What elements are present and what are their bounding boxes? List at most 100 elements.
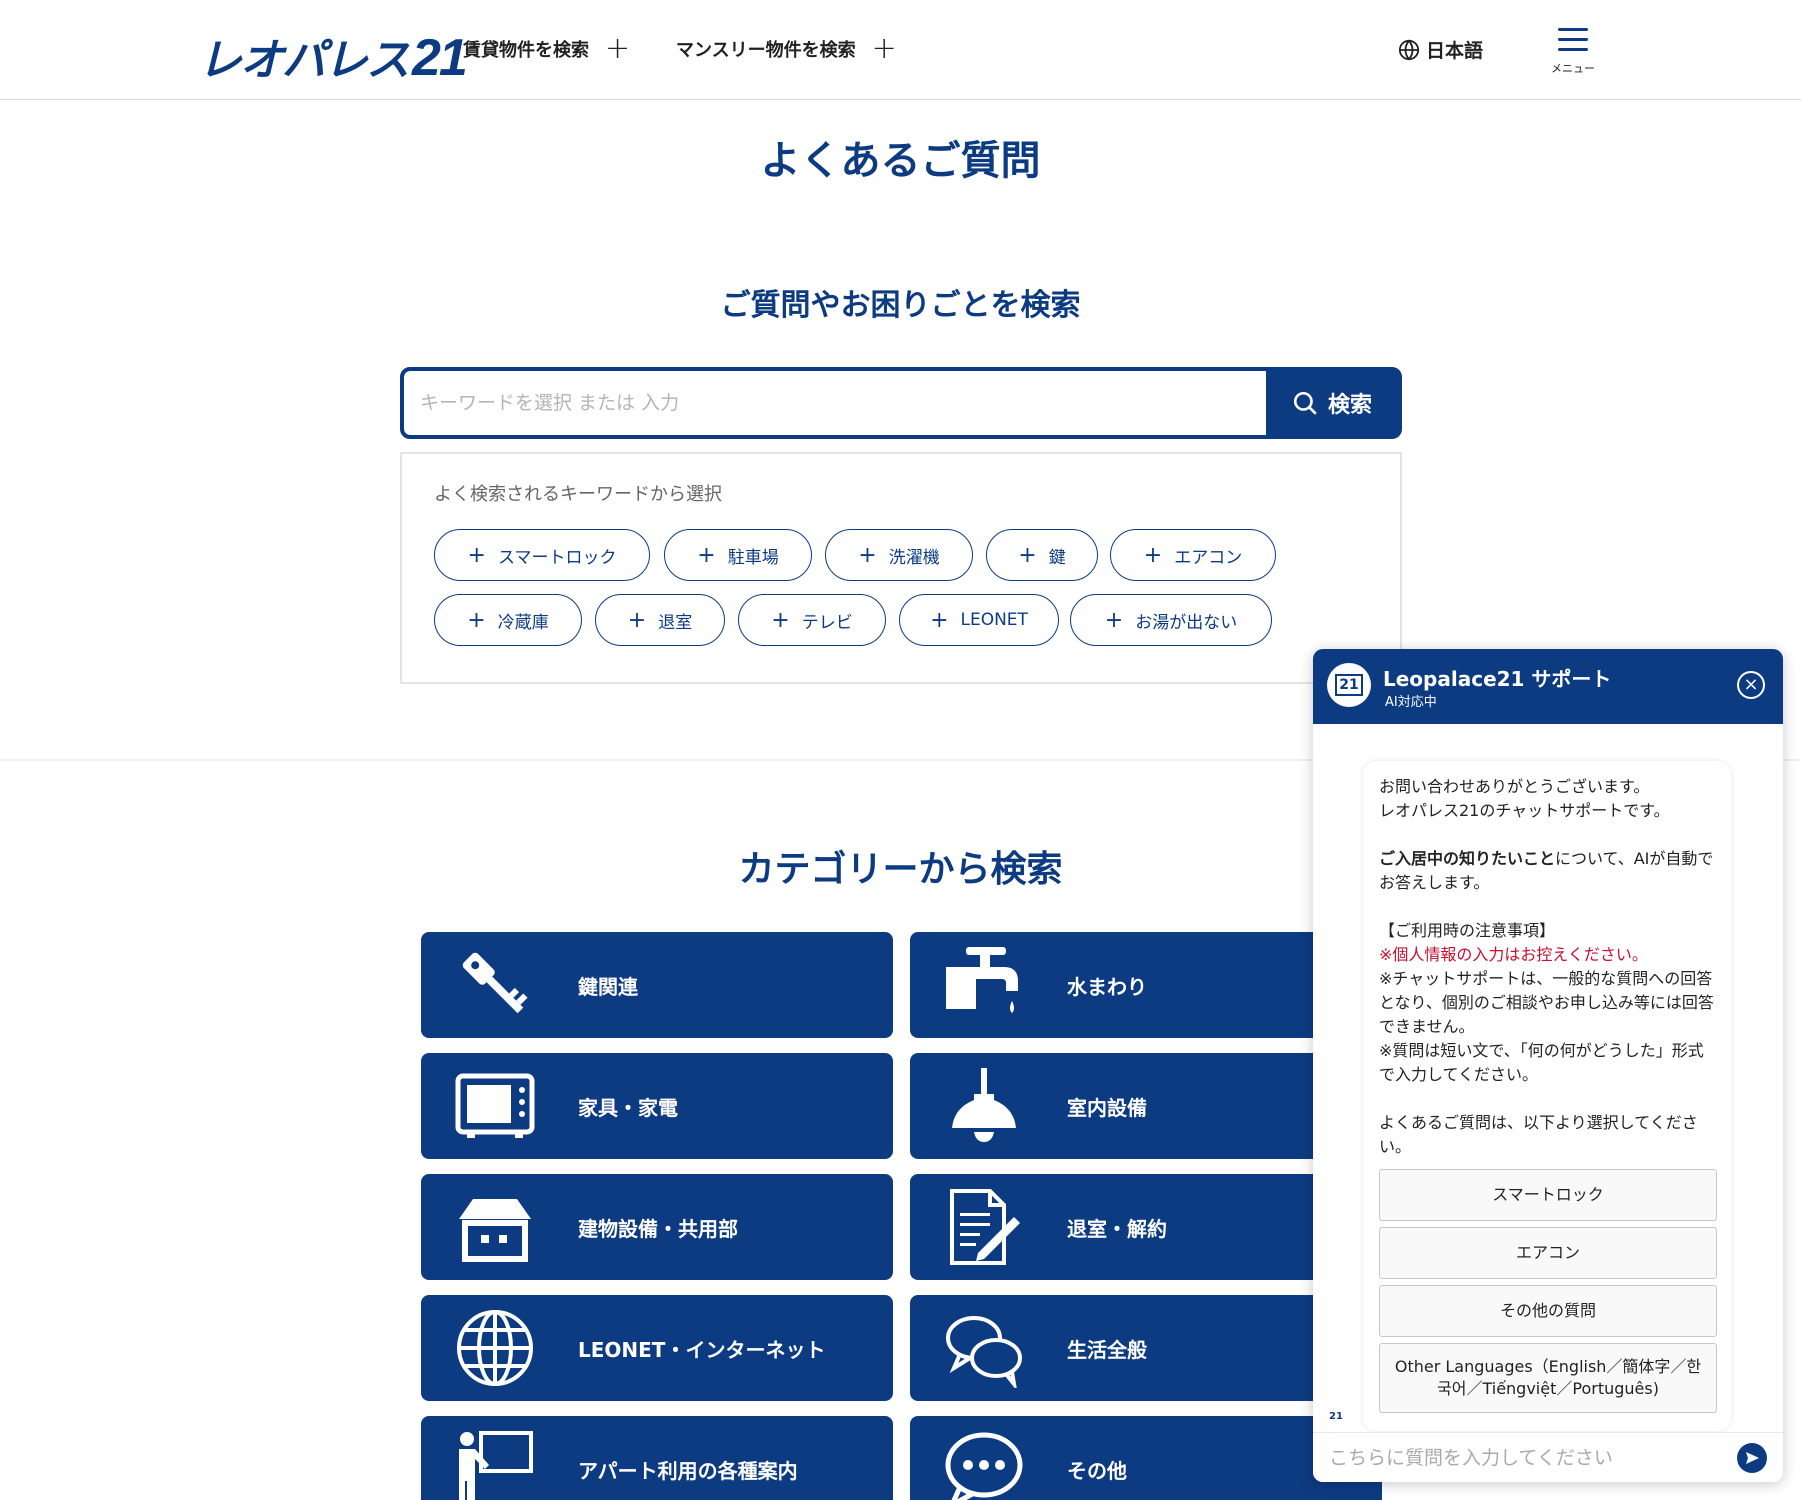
keyword-chip[interactable]: + スマートロック [434,529,650,581]
category-tile-label: 室内設備 [1067,1095,1147,1120]
plus-icon: + [1143,542,1163,568]
chat-close-button[interactable]: × [1737,671,1765,699]
search-section-title: ご質問やお困りごとを検索 [720,288,1081,323]
category-tile-move-out[interactable]: 退室・解約 [910,1174,1382,1280]
site-header: レオパレス21 賃貸物件を検索 + マンスリー物件を検索 + 日本語 メニュー [0,0,1801,100]
category-tile-label: アパート利用の各種案内 [578,1458,798,1483]
nav-rental-search-label: 賃貸物件を検索 [463,40,589,61]
chat-faq-prompt: よくあるご質問は、以下より選択してください。 [1379,1113,1698,1156]
category-tile-label: 水まわり [1067,974,1147,999]
menu-button[interactable]: メニュー [1548,26,1598,76]
plus-icon: + [858,542,877,568]
hamburger-icon-bar [1558,48,1588,51]
keyword-chip-label: スマートロック [497,547,617,568]
chat-notice-warning: ※個人情報の入力はお控えください。 [1379,945,1648,964]
keyword-chip-label: LEONET [960,610,1028,630]
plus-icon: + [605,31,631,66]
chat-message-bubble: お問い合わせありがとうございます。 レオパレス21のチャットサポートです。 ご入… [1363,761,1731,1431]
presenter-board-icon [459,1431,533,1500]
plus-icon: + [467,542,486,568]
category-tile-other[interactable]: その他 [910,1416,1382,1500]
send-icon [1746,1452,1759,1464]
quick-reply-button[interactable]: エアコン [1379,1227,1717,1279]
plus-icon: + [697,542,716,568]
plus-icon: + [871,31,897,66]
chat-input[interactable] [1329,1441,1709,1475]
speech-bubble-dots-icon [945,1432,1023,1500]
category-tile-water[interactable]: 水まわり [910,932,1382,1038]
building-icon [459,1199,531,1262]
language-switcher[interactable]: 日本語 [1398,36,1483,63]
search-bar: 検索 [400,367,1402,439]
category-tile-building[interactable]: 建物設備・共用部 [421,1174,893,1280]
quick-reply-button[interactable]: その他の質問 [1379,1285,1717,1337]
category-tile-furniture[interactable]: 家具・家電 [421,1053,893,1159]
keyword-panel: よく検索されるキーワードから選択 + スマートロック + 駐車場 + 洗濯機 + 鍵 +… [400,452,1402,684]
language-label: 日本語 [1426,40,1484,62]
category-tile-leonet[interactable]: LEONET・インターネット [421,1295,893,1401]
plus-icon: + [1018,542,1037,568]
chat-bubbles-icon [946,1316,1022,1388]
category-tile-label: 生活全般 [1067,1337,1147,1362]
chat-input-area [1313,1432,1783,1482]
site-logo[interactable]: レオパレス21 [198,24,468,87]
nav-monthly-search[interactable]: マンスリー物件を検索 + [676,34,897,64]
globe-icon [1398,38,1420,61]
globe-icon [457,1310,533,1386]
plus-icon: + [627,607,647,633]
chat-header: 21 Leopalace21 サポート AI対応中 × [1313,649,1783,724]
keyword-hint: よく検索されるキーワードから選択 [434,484,722,505]
category-tile-indoor-equipment[interactable]: 室内設備 [910,1053,1382,1159]
page-title: よくあるご質問 [760,138,1041,184]
chat-notice-line: ※質問は短い文で、「何の何がどうした」形式で入力してください。 [1379,1041,1704,1084]
quick-reply-button[interactable]: スマートロック [1379,1169,1717,1221]
logo-number: 21 [412,29,468,87]
keyword-chip-label: エアコン [1174,547,1243,568]
close-icon: × [1743,674,1759,695]
logo-text: レオパレス [198,36,410,85]
bot-mini-avatar: 21 [1329,1411,1343,1422]
keyword-chip[interactable]: + 鍵 [986,529,1098,581]
chat-avatar: 21 [1327,663,1371,707]
keyword-chip[interactable]: + テレビ [738,594,886,646]
chat-message-bold: ご入居中の知りたいこと [1379,849,1556,868]
plus-icon: + [467,607,486,633]
ceiling-lamp-icon [952,1068,1016,1142]
plus-icon: + [771,607,790,633]
chat-title: Leopalace21 サポート [1383,667,1612,691]
keyword-chip-label: 退室 [658,612,693,633]
hamburger-icon [1558,28,1588,31]
send-button[interactable] [1737,1443,1767,1473]
keyword-chip[interactable]: + 駐車場 [664,529,812,581]
plus-icon: + [930,607,949,633]
nav-rental-search[interactable]: 賃貸物件を検索 + [463,34,630,64]
keyword-chip[interactable]: + お湯が出ない [1070,594,1272,646]
category-tile-label: LEONET・インターネット [578,1337,826,1362]
keyword-chip[interactable]: + 洗濯機 [825,529,973,581]
chat-message-line: お問い合わせありがとうございます。 [1379,777,1650,796]
category-tile-daily-life[interactable]: 生活全般 [910,1295,1382,1401]
chat-status: AI対応中 [1385,695,1437,710]
plus-icon: + [1104,607,1124,633]
keyword-chip[interactable]: + エアコン [1110,529,1276,581]
chat-avatar-text: 21 [1335,674,1363,696]
keyword-chip[interactable]: + 冷蔵庫 [434,594,582,646]
keyword-chip-label: 冷蔵庫 [497,612,549,633]
keyword-chip[interactable]: + LEONET [899,594,1059,646]
keyword-chip-label: テレビ [801,612,853,633]
category-tile-key[interactable]: 鍵関連 [421,932,893,1038]
search-button[interactable]: 検索 [1266,371,1398,435]
chat-message-line: ご入居中の知りたいことについて、AIが自動でお答えします。 [1379,847,1715,895]
category-tile-label: 鍵関連 [578,974,638,999]
category-tile-label: 家具・家電 [578,1095,678,1120]
microwave-icon [455,1073,535,1138]
keyword-chip[interactable]: + 退室 [595,594,725,646]
category-tile-apartment-guide[interactable]: アパート利用の各種案内 [421,1416,893,1500]
quick-reply-button[interactable]: Other Languages（English／簡体字／한국어／Tiếngviệ… [1379,1343,1717,1413]
chat-message-line: レオパレス21のチャットサポートです。 [1379,801,1670,820]
faucet-icon [946,947,1018,1013]
hamburger-icon-bar [1558,38,1588,41]
keyword-chip-label: 洗濯機 [888,547,940,568]
document-pen-icon [950,1189,1020,1265]
search-input[interactable] [404,371,1266,435]
